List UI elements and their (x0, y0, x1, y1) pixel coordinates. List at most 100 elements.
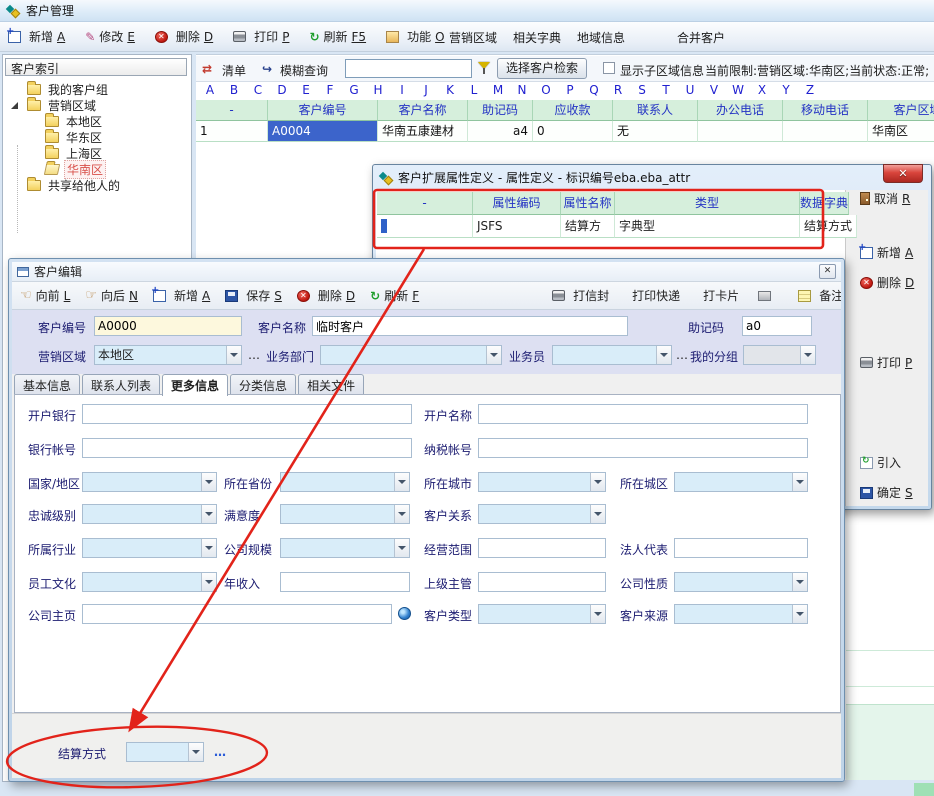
customer-source-dropdown[interactable] (674, 604, 808, 624)
chevron-down-icon[interactable] (226, 346, 241, 364)
toolbar-button[interactable]: 打卡片 (699, 287, 743, 304)
tab[interactable]: 联系人列表 (82, 374, 160, 395)
country-dropdown[interactable] (82, 472, 217, 492)
city-dropdown[interactable] (478, 472, 606, 492)
account-name-field[interactable] (478, 404, 808, 424)
toolbar-button[interactable]: 删除 D (297, 287, 355, 304)
toolbar-button[interactable]: 功能O (386, 28, 444, 45)
district-dropdown[interactable] (674, 472, 808, 492)
tree-item[interactable]: 我的客户组 (3, 81, 191, 97)
toolbar-button[interactable]: 打印P (233, 28, 289, 45)
chevron-down-icon[interactable] (188, 743, 203, 761)
alphabet-letter[interactable]: P (558, 83, 582, 98)
table-cell[interactable]: 1 (196, 121, 268, 142)
homepage-field[interactable] (82, 604, 392, 624)
supervisor-field[interactable] (478, 572, 606, 592)
alphabet-letter[interactable]: X (750, 83, 774, 98)
tab[interactable]: 更多信息 (162, 374, 228, 396)
chevron-down-icon[interactable] (201, 505, 216, 523)
alphabet-letter[interactable]: Z (798, 83, 822, 98)
toolbar-button[interactable]: ☜ 向前 L (20, 287, 70, 304)
alphabet-letter[interactable]: V (702, 83, 726, 98)
table-cell[interactable] (783, 121, 868, 142)
attr-table-row[interactable]: JSFS结算方式字典型结算方式 (377, 215, 823, 238)
alphabet-letter[interactable]: O (534, 83, 558, 98)
toolbar-button[interactable]: ✎ 修改E (85, 28, 135, 45)
alphabet-letter[interactable]: E (294, 83, 318, 98)
toolbar-button[interactable]: ☞ 向后 N (85, 287, 138, 304)
toolbar-button[interactable]: ↻ 刷新 F (370, 287, 419, 304)
tree-item[interactable]: 本地区 (3, 113, 191, 129)
province-dropdown[interactable] (280, 472, 410, 492)
list-label[interactable]: 清单 (222, 62, 246, 79)
menu-item[interactable]: 相关字典 (513, 29, 561, 46)
staff-culture-dropdown[interactable] (82, 572, 217, 592)
list-swap-icon[interactable]: ⇄ (202, 62, 212, 76)
satisfaction-dropdown[interactable] (280, 504, 410, 524)
alphabet-letter[interactable]: C (246, 83, 270, 98)
toolbar-button[interactable]: 新增 A (153, 287, 210, 304)
dialog-button[interactable]: 引入 (860, 454, 905, 471)
mnemonic-field[interactable] (742, 316, 812, 336)
alphabet-letter[interactable]: M (486, 83, 510, 98)
chevron-down-icon[interactable] (792, 573, 807, 591)
chevron-down-icon[interactable] (800, 346, 815, 364)
alphabet-letter[interactable]: Y (774, 83, 798, 98)
toolbar-button[interactable]: 保存 S (225, 287, 282, 304)
select-customer-search-button[interactable]: 选择客户检索 (497, 58, 587, 79)
tree-item[interactable]: 华南区 (3, 161, 191, 177)
legal-rep-field[interactable] (674, 538, 808, 558)
chevron-down-icon[interactable] (590, 505, 605, 523)
alphabet-letter[interactable]: I (390, 83, 414, 98)
chevron-down-icon[interactable] (792, 605, 807, 623)
customer-no-field[interactable] (94, 316, 242, 336)
chevron-down-icon[interactable] (394, 505, 409, 523)
close-button[interactable]: ✕ (883, 164, 923, 183)
table-cell[interactable]: 字典型 (615, 215, 800, 238)
dialog-button[interactable]: 新增 A (860, 244, 913, 261)
show-subregion-checkbox[interactable] (603, 62, 615, 74)
chevron-down-icon[interactable] (486, 346, 501, 364)
alphabet-letter[interactable]: G (342, 83, 366, 98)
dialog-button[interactable]: 删除 D (860, 274, 914, 291)
alphabet-letter[interactable]: L (462, 83, 486, 98)
toolbar-button[interactable]: 新增A (8, 28, 65, 45)
alphabet-letter[interactable]: K (438, 83, 462, 98)
query-input[interactable] (345, 59, 472, 78)
alphabet-letter[interactable]: J (414, 83, 438, 98)
table-cell[interactable] (698, 121, 783, 142)
industry-dropdown[interactable] (82, 538, 217, 558)
alphabet-letter[interactable]: T (654, 83, 678, 98)
alphabet-letter[interactable]: W (726, 83, 750, 98)
fuzzy-query-label[interactable]: 模糊查询 (280, 62, 328, 79)
bank-field[interactable] (82, 404, 412, 424)
dialog-button[interactable]: 确定 S (860, 484, 913, 501)
business-scope-field[interactable] (478, 538, 606, 558)
tab[interactable]: 相关文件 (298, 374, 364, 395)
toolbar-button[interactable]: ↻ 刷新F5 (309, 28, 366, 45)
alphabet-letter[interactable]: Q (582, 83, 606, 98)
chevron-down-icon[interactable] (394, 539, 409, 557)
toolbar-button[interactable]: 删除D (155, 28, 213, 45)
chevron-down-icon[interactable] (201, 539, 216, 557)
alphabet-letter[interactable]: U (678, 83, 702, 98)
tax-account-field[interactable] (478, 438, 808, 458)
menu-item[interactable]: 营销区域 (449, 29, 497, 46)
alphabet-letter[interactable]: A (198, 83, 222, 98)
my-group-dropdown[interactable] (743, 345, 816, 365)
table-row[interactable]: 1A0004华南五康建材a40无华南区 (196, 121, 934, 142)
customer-name-field[interactable] (312, 316, 628, 336)
tree-item[interactable]: 共享给他人的 (3, 177, 191, 193)
alphabet-letter[interactable]: S (630, 83, 654, 98)
alphabet-letter[interactable]: R (606, 83, 630, 98)
globe-icon[interactable] (398, 607, 411, 620)
settlement-method-drop[interactable] (126, 742, 204, 762)
table-cell[interactable]: a4 (468, 121, 533, 142)
chevron-down-icon[interactable] (201, 473, 216, 491)
chevron-down-icon[interactable] (656, 346, 671, 364)
salesman-dropdown[interactable] (552, 345, 672, 365)
toolbar-button[interactable]: 打信封 (552, 287, 613, 304)
table-cell[interactable]: 华南区 (868, 121, 934, 142)
relationship-dropdown[interactable] (478, 504, 606, 524)
table-cell[interactable]: 无 (613, 121, 698, 142)
